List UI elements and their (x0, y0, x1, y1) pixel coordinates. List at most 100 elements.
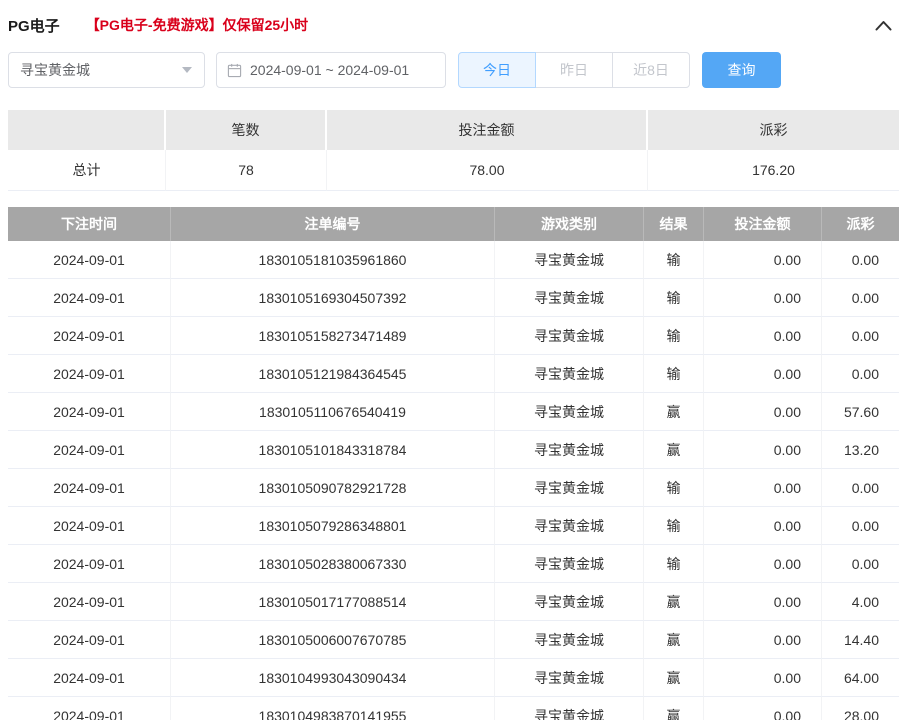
summary-table: 笔数 投注金额 派彩 总计 78 78.00 176.20 (8, 110, 899, 191)
cell-bet-time: 2024-09-01 (8, 545, 171, 583)
cell-order-id: 1830105028380067330 (171, 545, 495, 583)
bet-table-body: 2024-09-011830105181035961860寻宝黄金城输0.000… (8, 241, 899, 720)
cell-result: 赢 (644, 393, 704, 431)
cell-payout: 0.00 (822, 279, 899, 317)
date-range-value: 2024-09-01 ~ 2024-09-01 (250, 62, 409, 78)
header-bet-amount: 投注金额 (704, 207, 822, 241)
cell-result: 赢 (644, 659, 704, 697)
summary-header-payout: 派彩 (648, 110, 899, 150)
game-select-value: 寻宝黄金城 (20, 60, 90, 80)
today-button[interactable]: 今日 (458, 52, 536, 88)
summary-total-row: 总计 78 78.00 176.20 (8, 150, 899, 191)
cell-order-id: 1830104993043090434 (171, 659, 495, 697)
summary-header-row: 笔数 投注金额 派彩 (8, 110, 899, 150)
cell-bet-amount: 0.00 (704, 659, 822, 697)
table-row: 2024-09-011830105090782921728寻宝黄金城输0.000… (8, 469, 899, 507)
header-bet-time: 下注时间 (8, 207, 171, 241)
cell-game-type: 寻宝黄金城 (495, 583, 644, 621)
table-row: 2024-09-011830105006007670785寻宝黄金城赢0.001… (8, 621, 899, 659)
cell-payout: 0.00 (822, 545, 899, 583)
cell-bet-amount: 0.00 (704, 241, 822, 279)
cell-payout: 0.00 (822, 469, 899, 507)
cell-game-type: 寻宝黄金城 (495, 393, 644, 431)
table-row: 2024-09-011830105101843318784寻宝黄金城赢0.001… (8, 431, 899, 469)
cell-order-id: 1830105006007670785 (171, 621, 495, 659)
cell-game-type: 寻宝黄金城 (495, 697, 644, 720)
cell-result: 输 (644, 545, 704, 583)
summary-total-count: 78 (166, 150, 327, 191)
notice-text: 【PG电子-免费游戏】仅保留25小时 (86, 15, 308, 35)
cell-game-type: 寻宝黄金城 (495, 431, 644, 469)
last-8-days-button[interactable]: 近8日 (612, 52, 690, 88)
cell-order-id: 1830105110676540419 (171, 393, 495, 431)
summary-header-count: 笔数 (166, 110, 327, 150)
cell-order-id: 1830105121984364545 (171, 355, 495, 393)
summary-total-bet-amount: 78.00 (327, 150, 648, 191)
cell-bet-amount: 0.00 (704, 583, 822, 621)
cell-order-id: 1830105181035961860 (171, 241, 495, 279)
cell-payout: 0.00 (822, 507, 899, 545)
summary-total-payout: 176.20 (648, 150, 899, 191)
chevron-up-icon (875, 20, 892, 31)
cell-result: 输 (644, 507, 704, 545)
summary-header-blank (8, 110, 166, 150)
search-button[interactable]: 查询 (702, 52, 781, 88)
cell-result: 赢 (644, 697, 704, 720)
table-row: 2024-09-011830105158273471489寻宝黄金城输0.000… (8, 317, 899, 355)
table-row: 2024-09-011830105110676540419寻宝黄金城赢0.005… (8, 393, 899, 431)
cell-bet-time: 2024-09-01 (8, 317, 171, 355)
summary-total-label: 总计 (8, 150, 166, 191)
cell-bet-time: 2024-09-01 (8, 583, 171, 621)
date-range-input[interactable]: 2024-09-01 ~ 2024-09-01 (216, 52, 446, 88)
cell-order-id: 1830104983870141955 (171, 697, 495, 720)
cell-payout: 28.00 (822, 697, 899, 720)
cell-bet-time: 2024-09-01 (8, 355, 171, 393)
cell-game-type: 寻宝黄金城 (495, 355, 644, 393)
cell-result: 输 (644, 469, 704, 507)
page-title: PG电子 (8, 15, 60, 36)
header-payout: 派彩 (822, 207, 899, 241)
cell-payout: 13.20 (822, 431, 899, 469)
header-game-type: 游戏类别 (495, 207, 644, 241)
cell-bet-time: 2024-09-01 (8, 431, 171, 469)
cell-bet-time: 2024-09-01 (8, 241, 171, 279)
cell-result: 赢 (644, 431, 704, 469)
cell-bet-time: 2024-09-01 (8, 469, 171, 507)
cell-game-type: 寻宝黄金城 (495, 279, 644, 317)
collapse-panel-button[interactable] (873, 15, 893, 35)
game-select[interactable]: 寻宝黄金城 (8, 52, 205, 88)
report-panel: PG电子 【PG电子-免费游戏】仅保留25小时 寻宝黄金城 2024-09-01… (0, 0, 907, 720)
cell-order-id: 1830105101843318784 (171, 431, 495, 469)
cell-bet-time: 2024-09-01 (8, 621, 171, 659)
cell-payout: 14.40 (822, 621, 899, 659)
cell-game-type: 寻宝黄金城 (495, 317, 644, 355)
cell-bet-amount: 0.00 (704, 355, 822, 393)
cell-bet-time: 2024-09-01 (8, 279, 171, 317)
cell-result: 输 (644, 241, 704, 279)
header-order-id: 注单编号 (171, 207, 495, 241)
filter-bar: 寻宝黄金城 2024-09-01 ~ 2024-09-01 今日 昨日 近8日 … (8, 52, 899, 88)
cell-order-id: 1830105017177088514 (171, 583, 495, 621)
cell-result: 输 (644, 355, 704, 393)
cell-bet-time: 2024-09-01 (8, 697, 171, 720)
table-row: 2024-09-011830105181035961860寻宝黄金城输0.000… (8, 241, 899, 279)
cell-game-type: 寻宝黄金城 (495, 241, 644, 279)
cell-order-id: 1830105158273471489 (171, 317, 495, 355)
cell-bet-amount: 0.00 (704, 431, 822, 469)
cell-game-type: 寻宝黄金城 (495, 621, 644, 659)
cell-game-type: 寻宝黄金城 (495, 659, 644, 697)
table-row: 2024-09-011830105028380067330寻宝黄金城输0.000… (8, 545, 899, 583)
bet-records-table: 下注时间 注单编号 游戏类别 结果 投注金额 派彩 2024-09-011830… (8, 207, 899, 720)
table-row: 2024-09-011830104983870141955寻宝黄金城赢0.002… (8, 697, 899, 720)
cell-result: 输 (644, 317, 704, 355)
yesterday-button[interactable]: 昨日 (535, 52, 613, 88)
table-row: 2024-09-011830104993043090434寻宝黄金城赢0.006… (8, 659, 899, 697)
cell-result: 输 (644, 279, 704, 317)
quick-date-button-group: 今日 昨日 近8日 (458, 52, 690, 88)
cell-order-id: 1830105079286348801 (171, 507, 495, 545)
table-row: 2024-09-011830105079286348801寻宝黄金城输0.000… (8, 507, 899, 545)
cell-payout: 64.00 (822, 659, 899, 697)
cell-payout: 0.00 (822, 355, 899, 393)
cell-payout: 4.00 (822, 583, 899, 621)
cell-bet-time: 2024-09-01 (8, 659, 171, 697)
